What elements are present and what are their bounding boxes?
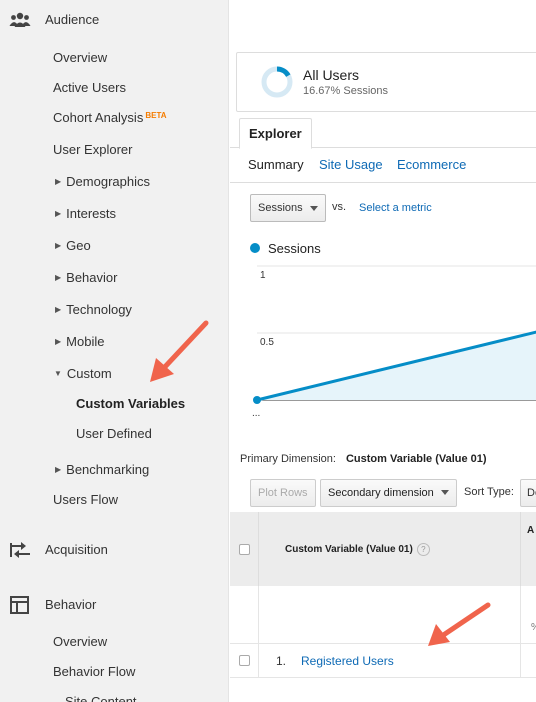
column-header-next[interactable]: A [521,512,536,586]
sidebar-section-label: Behavior [45,597,97,612]
sidebar-item-benchmarking[interactable]: ▶ Benchmarking [55,462,149,477]
sort-type-dropdown[interactable]: De [520,479,536,507]
primary-dimension-label: Primary Dimension: [240,453,336,465]
sidebar-item-custom-variables[interactable]: Custom Variables [76,396,185,411]
acquisition-arrows-icon [10,542,30,558]
column-header-text: A [527,525,535,536]
y-tick-label: 1 [260,270,266,281]
sidebar-item-label: Geo [66,238,91,253]
y-tick-label: 0.5 [260,337,274,348]
caret-right-icon: ▶ [55,273,62,282]
caret-right-icon: ▶ [55,465,62,474]
beta-badge: BETA [145,111,167,120]
header-select-cell [230,512,259,586]
column-header-dimension[interactable]: Custom Variable (Value 01)? [259,512,521,586]
secondary-dimension-label: Secondary dimension [328,487,434,499]
metric-selector[interactable]: Sessions [250,194,326,222]
sessions-chart: 1 0.5 ... [252,265,536,419]
totals-row: % [230,586,536,644]
vs-label: vs. [332,201,347,213]
help-icon[interactable]: ? [416,543,430,556]
segment-sessions-share: 16.67% Sessions [303,85,388,97]
sidebar-item-overview[interactable]: Overview [53,50,107,65]
sidebar-item-custom[interactable]: ▼ Custom [54,366,112,381]
column-header-label: Custom Variable (Value 01)? [285,543,430,556]
sidebar-item-technology[interactable]: ▶ Technology [55,302,132,317]
sidebar-section-label: Acquisition [45,542,108,557]
sidebar-item-label: Benchmarking [66,462,150,477]
sidebar-item-user-defined[interactable]: User Defined [76,426,152,441]
caret-right-icon: ▶ [55,209,62,218]
sidebar-item-label: Behavior [66,270,118,285]
sidebar-item-label: Custom [66,366,112,381]
sidebar-item-behavior-flow[interactable]: Behavior Flow [53,664,135,679]
totals-percent: % [531,622,536,633]
caret-right-icon: ▶ [55,177,62,186]
sort-type-label: Sort Type: [464,486,514,498]
sidebar-item-label: Mobile [66,334,105,349]
sidebar-item-active-users[interactable]: Active Users [53,80,126,95]
sidebar-item-label: Interests [66,206,117,221]
sidebar-section-label: Audience [45,12,100,27]
table-row: 1. Registered Users [230,644,536,678]
report-tab-strip: Explorer [230,118,536,149]
subtab-ecommerce[interactable]: Ecommerce [397,157,466,172]
metric-selector-value: Sessions [258,202,303,214]
sidebar-item-label: Demographics [66,174,150,189]
chevron-down-icon [440,490,449,495]
sidebar-section-behavior[interactable]: Behavior [0,585,229,625]
data-table: Custom Variable (Value 01)? A % 1. Regis… [230,512,536,702]
sidebar-item-cohort-analysis[interactable]: Cohort Analysis BETA [53,110,167,125]
row-select-cell [230,644,259,678]
sidebar-nav: Audience Overview Active Users Cohort An… [0,0,229,702]
legend-swatch [250,243,260,253]
sidebar-item-geo[interactable]: ▶ Geo [55,238,91,253]
secondary-dimension-dropdown[interactable]: Secondary dimension [320,479,457,507]
sidebar-section-acquisition[interactable]: Acquisition [0,530,229,570]
column-header-text: Custom Variable (Value 01) [285,544,413,555]
report-top-bar [230,0,536,40]
behavior-layout-icon [10,596,29,614]
primary-dimension: Primary Dimension: Custom Variable (Value… [240,453,487,465]
sidebar-item-interests[interactable]: ▶ Interests [55,206,116,221]
row-number: 1. [276,654,287,668]
segment-name: All Users [303,67,360,83]
sidebar-item-user-explorer[interactable]: User Explorer [53,142,132,157]
segment-ring-icon [261,66,293,98]
primary-dimension-value[interactable]: Custom Variable (Value 01) [346,453,487,465]
data-point[interactable] [253,396,261,404]
caret-right-icon: ▶ [55,337,62,346]
sidebar-item-site-content[interactable]: Site Content [65,694,137,702]
select-metric-link[interactable]: Select a metric [359,202,432,214]
chevron-down-icon [310,206,318,211]
x-tick-label: ... [252,408,260,419]
caret-right-icon: ▶ [55,241,62,250]
sidebar-item-label: Site Content [65,694,137,702]
sidebar-item-label: Technology [66,302,132,317]
audience-users-icon [9,12,31,27]
subtab-summary[interactable]: Summary [248,157,304,172]
plot-rows-button[interactable]: Plot Rows [250,479,316,507]
sidebar-item-demographics[interactable]: ▶ Demographics [55,174,150,189]
row-dimension-link[interactable]: Registered Users [301,654,394,668]
totals-cell [230,586,259,644]
sidebar-item-users-flow[interactable]: Users Flow [53,492,118,507]
caret-right-icon: ▶ [55,305,62,314]
sidebar-item-behavior-overview[interactable]: Overview [53,634,107,649]
subtab-site-usage[interactable]: Site Usage [319,157,383,172]
row-checkbox[interactable] [239,655,250,666]
totals-cell [259,586,521,644]
tab-explorer[interactable]: Explorer [239,118,312,149]
segment-card-all-users[interactable]: All Users 16.67% Sessions [236,52,536,112]
sidebar-item-mobile[interactable]: ▶ Mobile [55,334,104,349]
select-all-checkbox[interactable] [239,544,250,555]
legend-sessions: Sessions [268,241,321,256]
report-main: All Users 16.67% Sessions Explorer Summa… [230,0,536,702]
caret-down-icon: ▼ [54,369,62,378]
divider [230,182,536,183]
sidebar-item-label: Cohort Analysis [53,110,144,125]
sidebar-section-audience[interactable]: Audience [0,0,229,40]
sidebar-item-behavior[interactable]: ▶ Behavior [55,270,117,285]
